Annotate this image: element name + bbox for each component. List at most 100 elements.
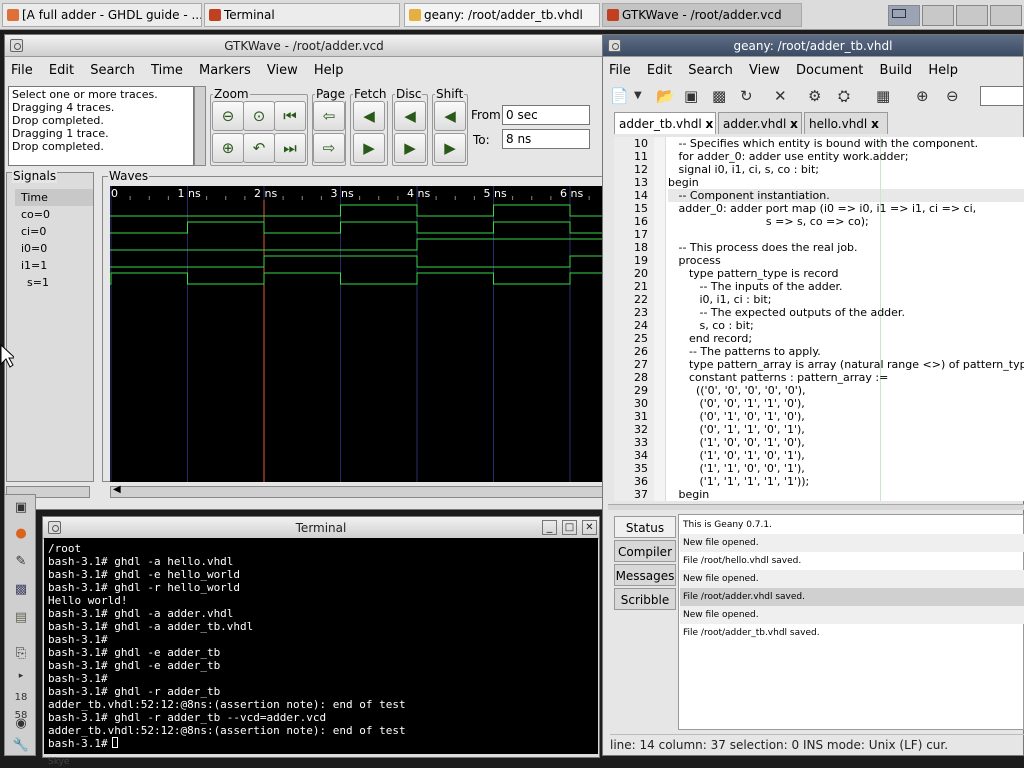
menu-view[interactable]: View <box>743 59 786 83</box>
close-file-icon[interactable]: ✕ <box>774 84 787 108</box>
signal-header[interactable]: Time <box>15 189 93 206</box>
shift-left-button[interactable]: ◀ <box>434 101 466 131</box>
waves-hscrollbar[interactable]: ◀ <box>110 484 604 498</box>
tab-status[interactable]: Status <box>614 516 676 538</box>
tab-adder[interactable]: adder.vhdl x <box>718 112 802 134</box>
waveform-view[interactable]: 0 1 ns 2 ns 3 ns 4 ns 5 ns 6 ns <box>110 186 604 482</box>
zoom-fit-button[interactable]: ⊙ <box>243 101 275 131</box>
close-tab-icon[interactable]: x <box>706 117 714 131</box>
menu-search[interactable]: Search <box>682 59 739 83</box>
menu-markers[interactable]: Markers <box>193 59 257 83</box>
zoom-in-icon[interactable]: ⊕ <box>916 84 929 108</box>
terminal-icon <box>209 9 221 21</box>
editor-icon[interactable]: ✎ <box>11 553 31 571</box>
line-number: 23 <box>614 306 654 319</box>
volume-icon[interactable]: ◉ <box>11 715 31 733</box>
printer-icon[interactable]: ⎘ <box>11 645 31 663</box>
close-icon[interactable]: ✕ <box>582 520 597 535</box>
taskbar-item-geany[interactable]: geany: /root/adder_tb.vhdl <box>404 3 600 27</box>
tab-compiler[interactable]: Compiler <box>614 540 676 562</box>
line-number: 14 <box>614 189 654 202</box>
signal-co[interactable]: co=0 <box>15 206 93 223</box>
zoom-to-start-button[interactable]: ⏮ <box>274 101 306 131</box>
close-tab-icon[interactable]: x <box>871 117 879 131</box>
terminal-icon[interactable]: ▣ <box>11 499 31 517</box>
terminal-line: bash-3.1# ghdl -a adder_tb.vhdl <box>48 620 254 633</box>
minimize-icon[interactable]: _ <box>542 520 557 535</box>
line-number: 31 <box>614 410 654 423</box>
expand-icon[interactable]: ▸ <box>11 667 31 685</box>
message-log-scrollbar[interactable] <box>194 86 206 166</box>
search-input[interactable] <box>980 86 1024 106</box>
new-file-dropdown-icon[interactable]: ▼ <box>634 84 642 108</box>
image-viewer-icon[interactable]: ▩ <box>11 581 31 599</box>
menu-time[interactable]: Time <box>145 59 189 83</box>
menu-edit[interactable]: Edit <box>641 59 678 83</box>
fetch-right-button[interactable]: ▶ <box>353 133 385 163</box>
signal-s[interactable]: s=1 <box>15 274 93 291</box>
tab-scribble[interactable]: Scribble <box>614 588 676 610</box>
desktop-pager-4[interactable] <box>990 5 1022 26</box>
page-left-button[interactable]: ⇦ <box>313 101 345 131</box>
menu-edit[interactable]: Edit <box>43 59 80 83</box>
signal-i0[interactable]: i0=0 <box>15 240 93 257</box>
tab-hello[interactable]: hello.vhdl x <box>804 112 888 134</box>
code-line: ('1', '1', '0', '0', '1'), <box>668 462 805 475</box>
zoom-to-end-button[interactable]: ⏭ <box>274 133 306 163</box>
page-right-button[interactable]: ⇨ <box>313 133 345 163</box>
pane-splitter[interactable] <box>608 504 1024 510</box>
line-number: 12 <box>614 163 654 176</box>
zoom-undo-button[interactable]: ↶ <box>243 133 275 163</box>
tab-adder-tb[interactable]: adder_tb.vhdl x <box>614 112 716 134</box>
taskbar-item-terminal[interactable]: Terminal <box>204 3 400 27</box>
arrow-right-icon: ▶ <box>363 139 375 157</box>
terminal-output[interactable]: /root bash-3.1# ghdl -a hello.vhdl bash-3.… <box>44 538 598 754</box>
window-menu-icon[interactable] <box>10 39 23 52</box>
menu-file[interactable]: File <box>603 59 637 83</box>
maximize-icon[interactable]: □ <box>562 520 577 535</box>
code-editor[interactable]: 10 -- Specifies which entity is bound wi… <box>614 137 1024 501</box>
revert-icon[interactable]: ↻ <box>740 84 753 108</box>
wave-trace-i1 <box>110 255 604 268</box>
save-icon[interactable]: ▣ <box>684 84 698 108</box>
zoom-in-button[interactable]: ⊕ <box>212 133 244 163</box>
fetch-left-button[interactable]: ◀ <box>353 101 385 131</box>
menu-help[interactable]: Help <box>922 59 964 83</box>
color-chooser-icon[interactable]: ▦ <box>876 84 890 108</box>
zoom-out-button[interactable]: ⊖ <box>212 101 244 131</box>
firefox-icon[interactable]: ● <box>11 525 31 543</box>
to-time-input[interactable]: 8 ns <box>502 129 590 149</box>
disc-left-button[interactable]: ◀ <box>394 101 426 131</box>
new-file-icon[interactable]: 📄 <box>610 84 629 108</box>
menu-file[interactable]: File <box>5 59 39 83</box>
desktop-pager-3[interactable] <box>956 5 988 26</box>
compile-icon[interactable]: ⚙ <box>808 84 821 108</box>
open-folder-icon[interactable]: 📂 <box>656 84 675 108</box>
zoom-out-icon[interactable]: ⊖ <box>946 84 959 108</box>
taskbar-item-browser[interactable]: [A full adder - GHDL guide - ... <box>2 3 202 27</box>
desktop-pager-2[interactable] <box>922 5 954 26</box>
run-icon[interactable]: ⛭ <box>838 84 850 108</box>
taskbar-item-gtkwave[interactable]: GTKWave - /root/adder.vcd <box>602 3 802 27</box>
menu-view[interactable]: View <box>261 59 304 83</box>
desktop-pager-1[interactable] <box>888 5 920 26</box>
signal-i1[interactable]: i1=1 <box>15 257 93 274</box>
shift-right-button[interactable]: ▶ <box>434 133 466 163</box>
file-manager-icon[interactable]: ▤ <box>11 609 31 627</box>
window-menu-icon[interactable] <box>608 39 621 52</box>
menu-build[interactable]: Build <box>874 59 919 83</box>
tools-icon[interactable]: 🔧 <box>11 737 31 755</box>
menu-search[interactable]: Search <box>84 59 141 83</box>
window-menu-icon[interactable] <box>48 521 61 534</box>
geany-toolbar: 📄 ▼ 📂 ▣ ▩ ↻ ✕ ⚙ ⛭ ▦ ⊕ ⊖ <box>610 84 1024 108</box>
tab-messages[interactable]: Messages <box>614 564 676 586</box>
save-all-icon[interactable]: ▩ <box>712 84 726 108</box>
close-tab-icon[interactable]: x <box>790 117 798 131</box>
signal-ci[interactable]: ci=0 <box>15 223 93 240</box>
from-time-input[interactable]: 0 sec <box>502 105 590 125</box>
terminal-line: bash-3.1# ghdl -r hello_world <box>48 581 241 594</box>
menu-document[interactable]: Document <box>790 59 869 83</box>
line-number: 35 <box>614 462 654 475</box>
disc-right-button[interactable]: ▶ <box>394 133 426 163</box>
menu-help[interactable]: Help <box>308 59 350 83</box>
